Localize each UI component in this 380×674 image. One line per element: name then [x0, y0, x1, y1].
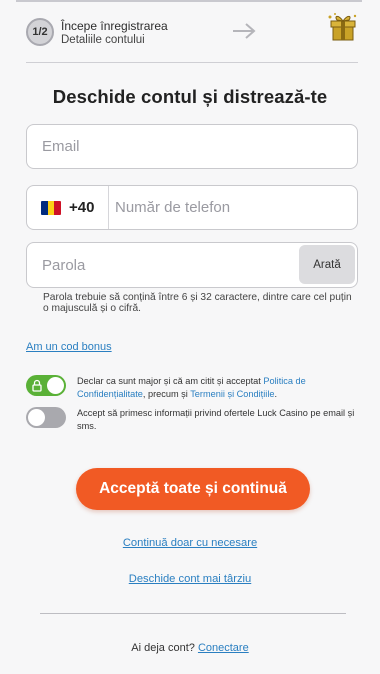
phone-field: +40 [26, 185, 358, 230]
step-title: Începe înregistrarea [61, 19, 168, 33]
consent-terms-text-start: Declar ca sunt major și că am citit și a… [77, 376, 264, 386]
continue-necessary-link[interactable]: Continuă doar cu necesare [0, 537, 380, 549]
open-account-later-link[interactable]: Deschide cont mai târziu [0, 573, 380, 585]
password-input-wrap [27, 243, 295, 287]
step-indicator: 1/2 [26, 18, 54, 46]
phone-input[interactable] [109, 186, 357, 229]
lock-icon [32, 379, 42, 392]
consent-terms-text-end: . [274, 388, 278, 399]
email-input[interactable] [27, 125, 357, 168]
stepper-divider [26, 62, 358, 63]
consent-terms-text-middle: , precum și [142, 388, 191, 399]
country-code-selector[interactable]: +40 [27, 186, 109, 229]
password-field: Arată [26, 242, 358, 288]
romania-flag-icon [41, 200, 61, 215]
arrow-right-icon [233, 23, 256, 39]
accept-all-continue-button[interactable]: Acceptă toate și continuă [76, 468, 310, 510]
toggle-knob [47, 377, 64, 394]
login-link[interactable]: Conectare [198, 642, 249, 654]
password-hint: Parola trebuie să conțină între 6 și 32 … [43, 292, 352, 314]
consent-terms-text: Declar ca sunt major și că am citit și a… [77, 375, 367, 400]
registration-stepper: 1/2 Începe înregistrarea Detaliile contu… [26, 12, 358, 54]
consent-marketing-text: Accept să primesc informații privind ofe… [77, 408, 355, 431]
terms-conditions-link[interactable]: Termenii și Condițiile [190, 389, 274, 399]
phone-prefix: +40 [69, 199, 95, 216]
bottom-divider [40, 613, 346, 614]
consent-terms-toggle[interactable] [26, 375, 66, 396]
page-title: Deschide contul și distrează-te [52, 86, 328, 107]
step-subtitle: Detaliile contului [61, 34, 145, 46]
phone-input-wrap [109, 186, 357, 229]
toggle-knob [28, 409, 45, 426]
password-input[interactable] [27, 243, 295, 287]
login-prompt: Ai deja cont? [131, 642, 198, 654]
step-text: Începe înregistrarea Detaliile contului [61, 19, 168, 48]
gift-icon [328, 13, 357, 41]
login-row: Ai deja cont? Conectare [0, 642, 380, 654]
email-field[interactable] [26, 124, 358, 169]
show-password-button[interactable]: Arată [299, 245, 355, 284]
bonus-code-link[interactable]: Am un cod bonus [26, 341, 112, 353]
consent-marketing-toggle[interactable] [26, 407, 66, 428]
top-divider [16, 0, 362, 2]
